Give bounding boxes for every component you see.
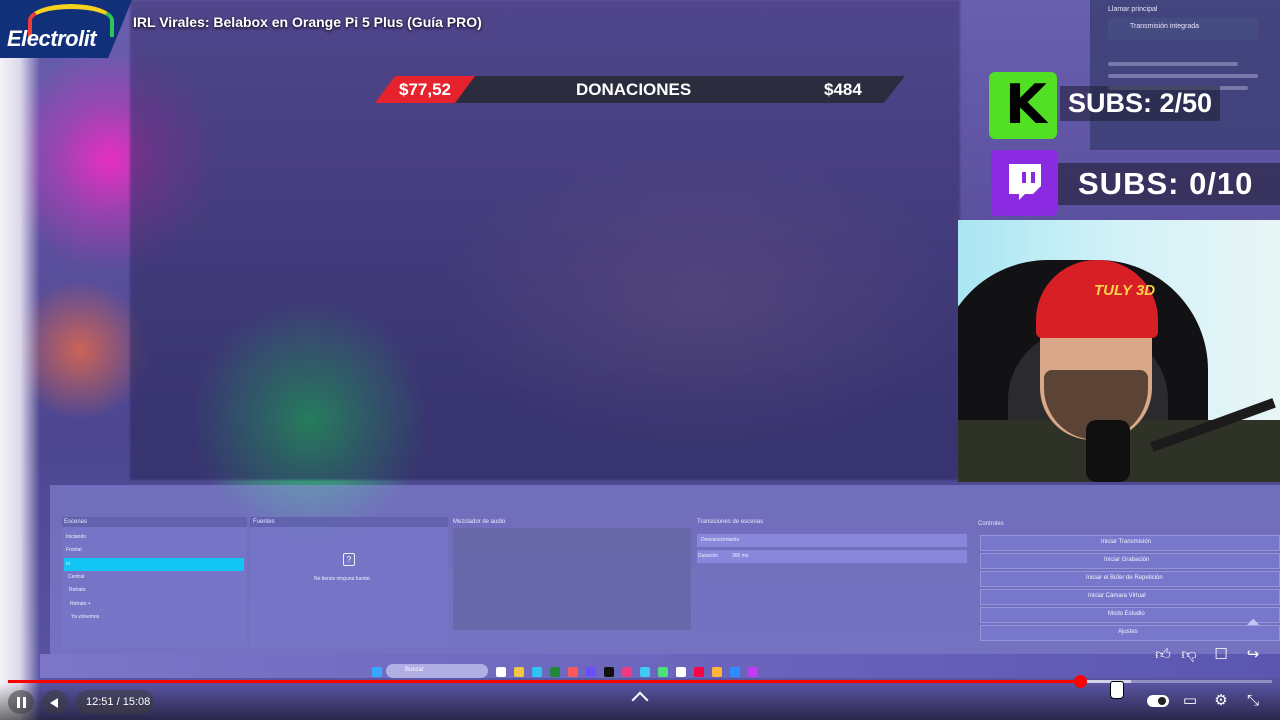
taskbar-app-icon <box>514 667 524 677</box>
captions-icon[interactable]: ▭ <box>1178 688 1202 712</box>
start-icon <box>372 667 382 677</box>
share-icon[interactable]: ↪ <box>1242 645 1264 665</box>
progress-scrubber[interactable] <box>1074 675 1087 688</box>
volume-button[interactable] <box>42 690 68 714</box>
transitions-header: Transiciones de escenas <box>697 519 764 525</box>
background-settings-title: Llamar principal <box>1108 6 1158 13</box>
scene-item[interactable]: Frontal <box>66 547 82 553</box>
scene-item[interactable]: Central <box>68 574 84 580</box>
taskbar-app-icon <box>532 667 542 677</box>
sources-panel <box>250 517 448 647</box>
taskbar-app-icon <box>496 667 506 677</box>
corner-logo-icon: ⏶ <box>1246 612 1261 633</box>
taskbar-app-icon <box>586 667 596 677</box>
audio-mixer-panel <box>453 528 691 630</box>
background-text-line <box>1108 74 1258 78</box>
scenes-panel-header <box>62 517 247 527</box>
donations-title: DONACIONES <box>576 80 692 99</box>
like-icon[interactable]: 👍︎ <box>1152 645 1174 665</box>
scene-item[interactable]: Retrato <box>69 587 85 593</box>
taskbar-app-icon <box>694 667 704 677</box>
scene-item-selected[interactable]: el <box>66 561 70 567</box>
dislike-icon[interactable]: 👎︎ <box>1178 645 1200 665</box>
twitch-icon <box>1009 164 1041 200</box>
taskbar-app-icon <box>568 667 578 677</box>
taskbar-app-icon <box>622 667 632 677</box>
donations-right-value: $484 <box>824 80 862 99</box>
taskbar-search <box>386 664 488 678</box>
background-text-line <box>1108 62 1238 66</box>
cap-logo: TULY 3D <box>1094 282 1156 299</box>
obs-preview-canvas <box>130 0 960 480</box>
scenes-panel <box>62 517 247 647</box>
start-replay-buffer-label: Iniciar el Búfer de Repetición <box>1086 575 1163 581</box>
scene-item[interactable]: Ya volvemos <box>71 614 99 620</box>
start-recording-label: Iniciar Grabación <box>1104 557 1150 563</box>
controls-header: Controles <box>978 521 1004 527</box>
settings-label: Ajustes <box>1118 629 1138 635</box>
scene-item[interactable]: Iniciando <box>66 534 86 540</box>
taskbar-app-icon <box>658 667 668 677</box>
duration-label: Duración <box>698 553 719 559</box>
help-icon: ? <box>343 553 355 566</box>
mouse-cursor <box>1110 681 1124 699</box>
video-frame[interactable]: Llamar principal Transmisión integrada E… <box>0 0 1280 720</box>
audio-mixer-header: Mezclador de audio <box>453 519 506 525</box>
taskbar-app-icon <box>604 667 614 677</box>
start-virtual-camera-label: Iniciar Cámara Virtual <box>1088 593 1146 599</box>
background-settings-button-label: Transmisión integrada <box>1130 23 1199 30</box>
taskbar-search-label: Buscar <box>405 667 424 673</box>
kick-subs-label: SUBS: 2/50 <box>1060 86 1221 121</box>
duration-value: 300 ms <box>732 553 749 559</box>
video-title[interactable]: IRL Virales: Belabox en Orange Pi 5 Plus… <box>133 14 482 30</box>
scene-selected-highlight <box>64 558 244 571</box>
sources-panel-header <box>250 517 448 527</box>
time-text: 12:51 / 15:08 <box>86 696 151 708</box>
scenes-header: Escenas <box>64 519 88 525</box>
twitch-logo <box>991 150 1057 216</box>
settings-icon[interactable]: ⚙ <box>1209 688 1233 712</box>
volume-icon <box>50 698 58 708</box>
studio-mode-label: Modo Estudio <box>1108 611 1145 617</box>
comment-icon[interactable]: ☐ <box>1210 645 1232 665</box>
monitor-bezel <box>0 0 40 720</box>
microphone <box>1086 420 1130 482</box>
sponsor-logo-text: Electrolit <box>7 26 97 51</box>
taskbar-app-icon <box>676 667 686 677</box>
autoplay-toggle[interactable] <box>1147 695 1169 707</box>
pause-button[interactable] <box>8 690 34 714</box>
taskbar-app-icon <box>712 667 722 677</box>
donations-left-value: $77,52 <box>399 80 451 99</box>
taskbar-app-icon <box>730 667 740 677</box>
taskbar-app-icon <box>640 667 650 677</box>
webcam-feed: TULY 3D <box>958 220 1280 482</box>
taskbar-app-icon <box>550 667 560 677</box>
exit-fullscreen-icon[interactable]: ⤡ <box>1241 688 1265 712</box>
start-streaming-label: Iniciar Transmisión <box>1101 539 1152 545</box>
scene-item[interactable]: Retrato + <box>70 601 91 607</box>
progress-fill <box>8 680 1080 683</box>
kick-k-icon: K <box>1005 73 1047 136</box>
transition-select-value: Desvanecimiento <box>701 537 740 543</box>
taskbar-app-icon <box>748 667 758 677</box>
twitch-subs-label: SUBS: 0/10 <box>1078 166 1254 201</box>
sources-empty-message: No tienes ninguna fuente. <box>314 576 371 582</box>
sources-header: Fuentes <box>253 519 275 525</box>
